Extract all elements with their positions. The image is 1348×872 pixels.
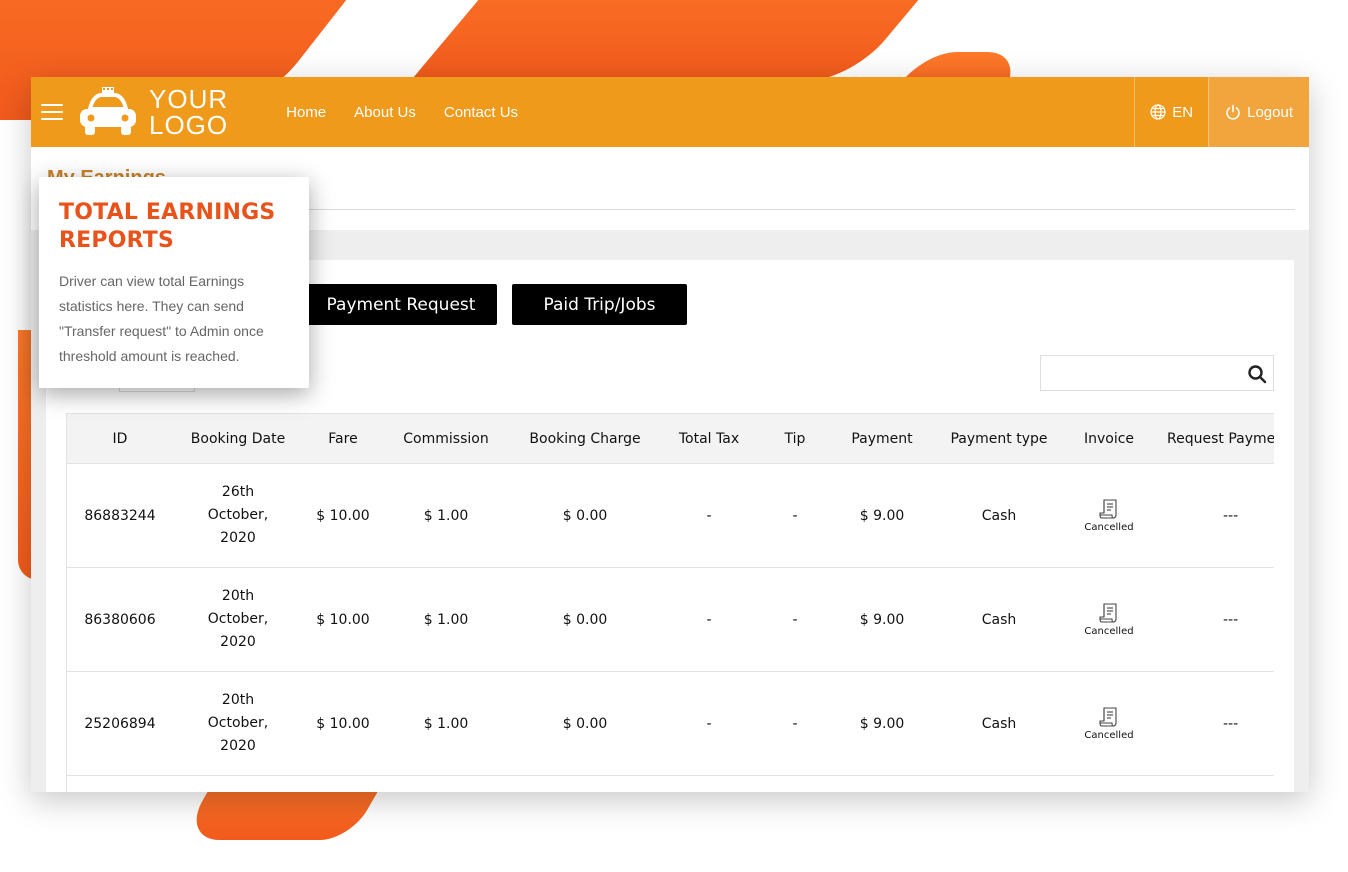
search-input[interactable] (1041, 356, 1241, 390)
logout-label: Logout (1247, 103, 1293, 121)
date-month: October, (207, 507, 269, 523)
logo-line-2: LOGO (149, 110, 229, 140)
date-day: 20th (221, 588, 255, 604)
cell-id: 25206894 (67, 671, 173, 776)
cell-invoice[interactable]: Cancelled (1067, 567, 1151, 672)
cell-payment: $ 9.00 (833, 567, 931, 672)
cell-total-tax: - (661, 463, 757, 568)
payment-request-button[interactable]: Payment Request (305, 284, 497, 325)
nav-links: Home About Us Contact Us (286, 104, 518, 121)
cell-fare: $ 10.00 (303, 567, 383, 672)
cell-booking-charge: $ 0.00 (509, 567, 661, 672)
cell-payment: $ 9.00 (833, 671, 931, 776)
col-payment[interactable]: Payment (833, 413, 931, 464)
top-navbar: YOUR LOGO Home About Us Contact Us EN Lo… (31, 77, 1309, 147)
col-id[interactable]: ID (67, 413, 173, 464)
cell-request-payment: --- (1151, 671, 1274, 776)
logout-button[interactable]: Logout (1208, 77, 1309, 147)
cell-total-tax: - (661, 671, 757, 776)
earnings-table: ID Booking Date Fare Commission Booking … (67, 413, 1274, 792)
col-booking-charge[interactable]: Booking Charge (509, 413, 661, 464)
logo-text: YOUR LOGO (149, 86, 228, 138)
taxi-logo-icon (80, 87, 136, 135)
tooltip-title: TOTAL EARNINGS REPORTS (59, 200, 276, 253)
cell-payment-type: Cash (931, 463, 1067, 568)
cell-total-tax: - (661, 567, 757, 672)
cell-payment-type: Cash (931, 567, 1067, 672)
invoice-status: Cancelled (1084, 730, 1134, 741)
cell-payment: $ 9.00 (833, 463, 931, 568)
cell-tip: - (757, 463, 833, 568)
cell-id: 86883244 (67, 463, 173, 568)
logo[interactable]: YOUR LOGO (77, 85, 228, 139)
col-commission[interactable]: Commission (383, 413, 509, 464)
globe-icon (1150, 104, 1166, 120)
col-booking-date[interactable]: Booking Date (173, 413, 303, 464)
date-month: October, (207, 611, 269, 627)
feature-tooltip: TOTAL EARNINGS REPORTS Driver can view t… (39, 177, 309, 388)
cell-request-payment: --- (1151, 567, 1274, 672)
table-row: 25206894 20th October, 2020 $ 10.00 $ 1.… (67, 671, 1274, 776)
language-label: EN (1172, 103, 1194, 121)
nav-link-contact[interactable]: Contact Us (444, 104, 518, 121)
date-month: October, (207, 715, 269, 731)
cell-date: 26th October, 2020 (173, 463, 303, 568)
search-box (1040, 355, 1274, 391)
cell-date: 20th October, 2020 (173, 567, 303, 672)
invoice-status: Cancelled (1084, 522, 1134, 533)
invoice-icon[interactable] (1098, 498, 1120, 520)
cell-fare: $ 10.00 (303, 671, 383, 776)
power-icon (1226, 104, 1240, 120)
nav-link-about[interactable]: About Us (354, 104, 416, 121)
nav-right: EN Logout (1134, 77, 1309, 147)
col-fare[interactable]: Fare (303, 413, 383, 464)
cell-date: 20th October, 2020 (173, 671, 303, 776)
date-day: 20th (221, 692, 255, 708)
cell-id: 86380606 (67, 567, 173, 672)
date-year: 2020 (220, 634, 256, 650)
cell-booking-charge: $ 0.00 (509, 671, 661, 776)
cell-invoice[interactable]: Cancelled (1067, 463, 1151, 568)
col-tip[interactable]: Tip (757, 413, 833, 464)
invoice-icon[interactable] (1098, 602, 1120, 624)
date-year: 2020 (220, 738, 256, 754)
cell-tip: - (757, 671, 833, 776)
col-total-tax[interactable]: Total Tax (661, 413, 757, 464)
table-row: 86883244 26th October, 2020 $ 10.00 $ 1.… (67, 463, 1274, 568)
cell-request-payment: --- (1151, 463, 1274, 568)
cell-commission: $ 1.00 (383, 463, 509, 568)
logo-line-1: YOUR (149, 84, 229, 114)
cell-payment-type: Cash (931, 671, 1067, 776)
col-request-payment[interactable]: Request Payment (1151, 413, 1274, 464)
hamburger-menu-icon[interactable] (41, 104, 63, 120)
cell-tip: - (757, 567, 833, 672)
invoice-icon[interactable] (1098, 706, 1120, 728)
paid-trips-button[interactable]: Paid Trip/Jobs (512, 284, 687, 325)
invoice-status: Cancelled (1084, 626, 1134, 637)
cell-commission: $ 1.00 (383, 671, 509, 776)
table-header-row: ID Booking Date Fare Commission Booking … (67, 413, 1274, 464)
cell-fare: $ 10.00 (303, 463, 383, 568)
tooltip-body: Driver can view total Earnings statistic… (59, 273, 264, 364)
nav-link-home[interactable]: Home (286, 104, 326, 121)
cell-commission: $ 1.00 (383, 567, 509, 672)
date-year: 2020 (220, 530, 256, 546)
table-row: 86380606 20th October, 2020 $ 10.00 $ 1.… (67, 567, 1274, 672)
search-icon[interactable] (1247, 364, 1267, 384)
cell-invoice[interactable]: Cancelled (1067, 671, 1151, 776)
earnings-table-wrapper[interactable]: ID Booking Date Fare Commission Booking … (66, 413, 1274, 792)
date-day: 26th (221, 484, 255, 500)
col-payment-type[interactable]: Payment type (931, 413, 1067, 464)
language-selector[interactable]: EN (1134, 77, 1208, 147)
cell-booking-charge: $ 0.00 (509, 463, 661, 568)
col-invoice[interactable]: Invoice (1067, 413, 1151, 464)
table-row (67, 776, 1274, 793)
